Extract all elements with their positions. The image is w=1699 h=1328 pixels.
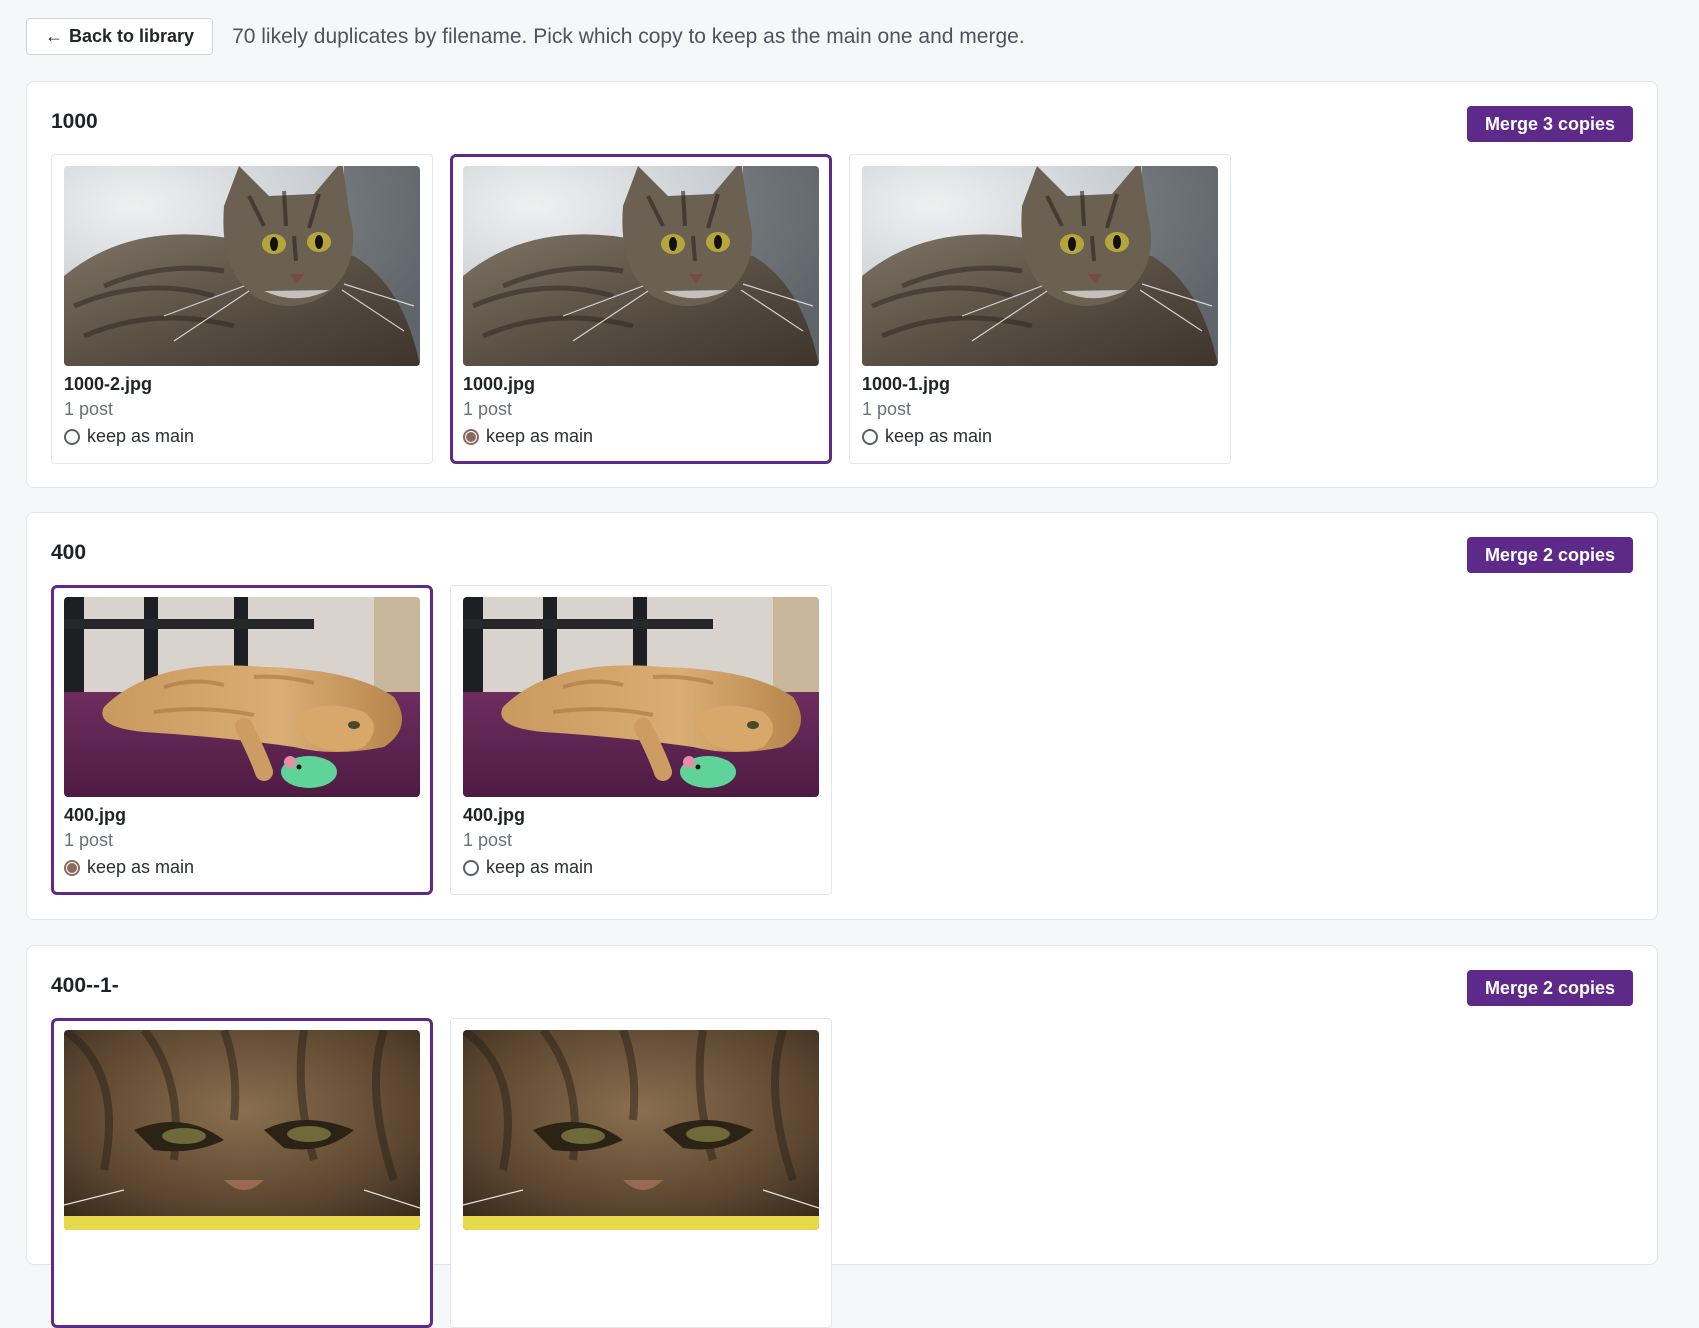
post-count: 1 post — [862, 399, 912, 419]
post-count: 1 post — [463, 399, 513, 419]
file-name: 400.jpg — [463, 805, 526, 825]
radio-button[interactable] — [862, 428, 878, 445]
thumbnail-image — [64, 597, 420, 797]
thumbnail-image — [463, 166, 819, 366]
duplicate-card[interactable]: 1000-1.jpg 1 post keep as main — [849, 154, 1231, 464]
duplicate-card[interactable] — [450, 1018, 832, 1328]
merge-button[interactable]: Merge 2 copies — [1466, 970, 1633, 1006]
thumbnail-image — [64, 166, 420, 366]
merge-button[interactable]: Merge 2 copies — [1466, 537, 1633, 573]
duplicate-group: 400--1- Merge 2 copies — [26, 945, 1658, 1328]
keep-as-main-label: keep as main — [486, 426, 594, 446]
keep-as-main-label: keep as main — [87, 857, 195, 877]
keep-as-main-option[interactable]: keep as main — [862, 426, 1218, 447]
post-count: 1 post — [64, 830, 114, 850]
duplicate-card[interactable]: 1000-2.jpg 1 post keep as main — [51, 154, 433, 464]
duplicate-card[interactable]: 400.jpg 1 post keep as main — [450, 585, 832, 895]
back-button-label: Back to library — [69, 26, 195, 46]
keep-as-main-label: keep as main — [486, 857, 594, 877]
radio-button[interactable] — [463, 428, 479, 445]
post-count: 1 post — [64, 399, 114, 419]
thumbnail-image — [463, 1030, 819, 1230]
arrow-left-icon: ← — [45, 26, 63, 46]
group-title: 1000 — [51, 110, 98, 133]
file-name: 1000-2.jpg — [64, 374, 153, 394]
radio-button[interactable] — [64, 428, 80, 445]
duplicate-group: 1000 Merge 3 copies 1000-2.jpg 1 post ke… — [26, 81, 1658, 488]
group-title: 400 — [51, 541, 87, 564]
file-name: 400.jpg — [64, 805, 127, 825]
keep-as-main-option[interactable]: keep as main — [463, 857, 819, 878]
keep-as-main-label: keep as main — [885, 426, 993, 446]
group-title: 400--1- — [51, 974, 119, 997]
post-count: 1 post — [463, 830, 513, 850]
duplicates-summary: 70 likely duplicates by filename. Pick w… — [232, 24, 1025, 48]
duplicate-card[interactable]: 1000.jpg 1 post keep as main — [450, 154, 832, 464]
thumbnail-image — [463, 597, 819, 797]
merge-button[interactable]: Merge 3 copies — [1466, 106, 1633, 142]
thumbnail-image — [862, 166, 1218, 366]
back-to-library-button[interactable]: ← Back to library — [26, 18, 214, 55]
radio-button[interactable] — [463, 859, 479, 876]
file-name: 1000-1.jpg — [862, 374, 951, 394]
duplicate-card[interactable]: 400.jpg 1 post keep as main — [51, 585, 433, 895]
file-name: 1000.jpg — [463, 374, 536, 394]
keep-as-main-option[interactable]: keep as main — [64, 426, 420, 447]
duplicate-group: 400 Merge 2 copies 400.jpg 1 post keep a… — [26, 512, 1658, 920]
duplicate-card[interactable] — [51, 1018, 433, 1328]
keep-as-main-label: keep as main — [87, 426, 195, 446]
topbar: ← Back to library 70 likely duplicates b… — [26, 18, 1025, 55]
thumbnail-image — [64, 1030, 420, 1230]
keep-as-main-option[interactable]: keep as main — [463, 426, 819, 447]
radio-button[interactable] — [64, 859, 80, 876]
keep-as-main-option[interactable]: keep as main — [64, 857, 420, 878]
